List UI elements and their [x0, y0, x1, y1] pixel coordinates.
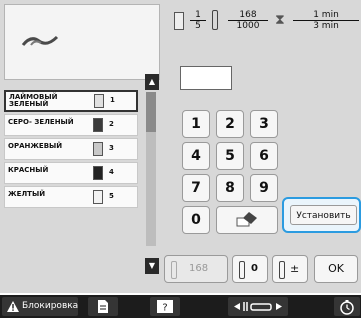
needle-zero-value: 0: [251, 263, 258, 274]
key-6[interactable]: 6: [250, 142, 278, 170]
spool-icon: [93, 118, 103, 132]
footer-bar: Блокировка ?: [0, 295, 361, 318]
key-2[interactable]: 2: [216, 110, 244, 138]
key-5[interactable]: 5: [216, 142, 244, 170]
needle-bar-move-icon: [234, 302, 282, 311]
needle-icon: [171, 261, 177, 279]
thread-color-list: ЛАЙМОВЫЙ ЗЕЛЕНЫЙ 1 СЕРО- ЗЕЛЕНЫЙ 2 ОРАНЖ…: [4, 90, 144, 210]
color-row-4[interactable]: КРАСНЫЙ 4: [4, 162, 138, 184]
set-button[interactable]: Установить: [282, 197, 361, 233]
help-button[interactable]: ?: [150, 297, 180, 316]
settings-button[interactable]: [334, 297, 360, 316]
color-number: 1: [110, 96, 115, 104]
key-1[interactable]: 1: [182, 110, 210, 138]
key-4[interactable]: 4: [182, 142, 210, 170]
color-row-3[interactable]: ОРАНЖЕВЫЙ 3: [4, 138, 138, 160]
color-name: ОРАНЖЕВЫЙ: [8, 142, 63, 150]
color-number: 5: [109, 192, 114, 200]
design-preview: [4, 4, 160, 80]
document-icon: [98, 300, 108, 313]
color-name: КРАСНЫЙ: [8, 166, 49, 174]
thread-spool-icon: [174, 12, 184, 30]
needle-icon: [212, 10, 218, 30]
scroll-down-button[interactable]: ▼: [145, 258, 159, 274]
eraser-icon: [236, 212, 257, 227]
warning-icon: [7, 301, 19, 312]
key-9[interactable]: 9: [250, 174, 278, 202]
main-panel: ЛАЙМОВЫЙ ЗЕЛЕНЫЙ 1 СЕРО- ЗЕЛЕНЫЙ 2 ОРАНЖ…: [0, 0, 361, 293]
color-row-1[interactable]: ЛАЙМОВЫЙ ЗЕЛЕНЫЙ 1: [4, 90, 138, 112]
color-change-counter: 1 5: [190, 10, 206, 31]
lock-button[interactable]: Блокировка: [2, 297, 78, 316]
stitch-back-value: 168: [189, 263, 209, 274]
scroll-up-button[interactable]: ▲: [145, 74, 159, 90]
stitch-counter: 168 1000: [228, 10, 268, 31]
color-row-2[interactable]: СЕРО- ЗЕЛЕНЫЙ 2: [4, 114, 138, 136]
needle-adjust-button[interactable]: ±: [272, 255, 308, 283]
stitch-back-button[interactable]: 168: [164, 255, 228, 283]
key-8[interactable]: 8: [216, 174, 244, 202]
design-preview-graphic: [21, 35, 59, 46]
needle-bar-move-button[interactable]: [228, 297, 288, 316]
time-counter: 1 min 3 min: [293, 10, 359, 31]
color-number: 3: [109, 144, 114, 152]
color-row-5[interactable]: ЖЕЛТЫЙ 5: [4, 186, 138, 208]
hourglass-icon: ⧗: [275, 12, 285, 28]
key-7[interactable]: 7: [182, 174, 210, 202]
spool-icon: [93, 142, 103, 156]
ok-button[interactable]: OK: [314, 255, 358, 283]
needle-icon: [279, 261, 285, 279]
color-name: ЖЕЛТЫЙ: [8, 190, 46, 198]
key-0[interactable]: 0: [182, 206, 210, 234]
lock-label: Блокировка: [22, 301, 79, 311]
color-name: СЕРО- ЗЕЛЕНЫЙ: [8, 118, 74, 126]
plus-minus-icon: ±: [290, 262, 300, 275]
color-number: 4: [109, 168, 114, 176]
color-name: ЛАЙМОВЫЙ ЗЕЛЕНЫЙ: [9, 93, 58, 108]
needle-icon: [239, 261, 245, 279]
color-number: 2: [109, 120, 114, 128]
key-3[interactable]: 3: [250, 110, 278, 138]
spool-icon: [93, 166, 103, 180]
set-button-label: Установить: [290, 205, 357, 225]
help-icon: ?: [157, 300, 173, 314]
spool-icon: [94, 94, 104, 108]
stitch-number-input[interactable]: [180, 66, 232, 90]
clear-button[interactable]: [216, 206, 278, 234]
timer-icon: [340, 300, 354, 315]
svg-text:?: ?: [162, 303, 167, 314]
spool-icon: [93, 190, 103, 204]
needle-zero-button[interactable]: 0: [232, 255, 268, 283]
scrollbar-thumb[interactable]: [146, 92, 156, 132]
document-button[interactable]: [88, 297, 118, 316]
